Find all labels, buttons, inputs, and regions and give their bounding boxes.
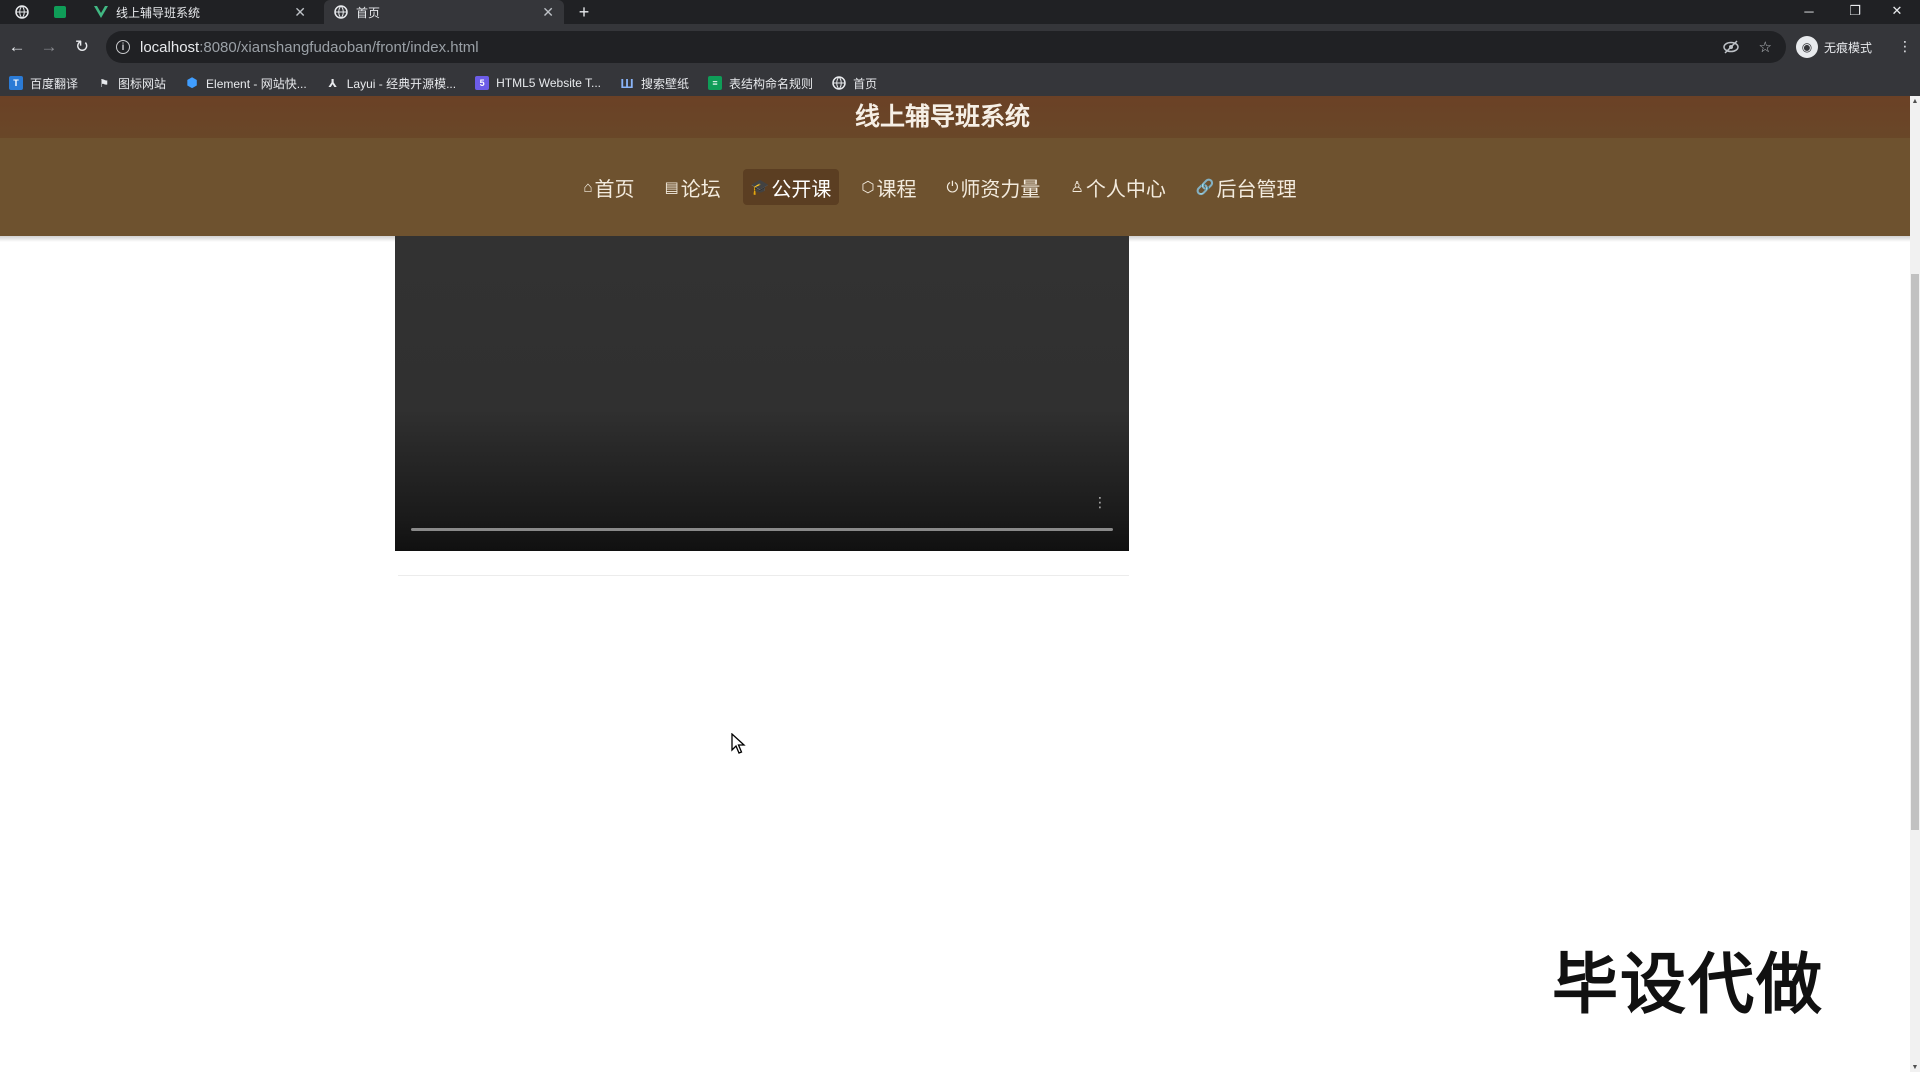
watermark-text: 毕设代做 bbox=[1552, 946, 1824, 1023]
more-options-icon[interactable]: ⋮ bbox=[1093, 494, 1107, 511]
nav-item-teachers[interactable]: ⏻ 师资力量 bbox=[939, 169, 1049, 205]
link-icon: 🔗 bbox=[1195, 179, 1215, 196]
incognito-label: 无痕模式 bbox=[1824, 40, 1873, 55]
bookmark-item[interactable]: 5 HTML5 Website T... bbox=[466, 70, 611, 96]
course-icon: ⬡ bbox=[861, 179, 875, 196]
bookmark-item[interactable]: ≡ 表结构命名规则 bbox=[699, 70, 823, 96]
home-icon: ⌂ bbox=[583, 178, 593, 196]
bookmark-label: 搜索壁纸 bbox=[641, 76, 690, 91]
arrow-left-icon: ← bbox=[8, 37, 26, 56]
bookmark-label: HTML5 Website T... bbox=[496, 76, 602, 90]
address-bar[interactable]: i localhost:8080/xianshangfudaoban/front… bbox=[106, 31, 1786, 63]
bookmark-label: 百度翻译 bbox=[30, 76, 79, 91]
user-icon: ♙ bbox=[1070, 179, 1084, 196]
video-player[interactable]: ⋮ bbox=[395, 236, 1129, 551]
minimize-button[interactable]: ─ bbox=[1786, 0, 1832, 22]
nav-item-open-course[interactable]: 🎓 公开课 bbox=[742, 169, 840, 205]
new-tab-button[interactable]: + bbox=[572, 0, 596, 24]
bookmark-label: 表结构命名规则 bbox=[729, 76, 814, 91]
layui-icon: ⅄ bbox=[328, 77, 337, 90]
nav-label: 个人中心 bbox=[1085, 178, 1166, 201]
globe-icon bbox=[832, 76, 846, 90]
restore-button[interactable]: ❐ bbox=[1832, 0, 1878, 22]
reload-icon: ↻ bbox=[74, 37, 90, 56]
scroll-down-icon[interactable]: ▼ bbox=[1910, 1062, 1920, 1072]
main-nav: ⌂ 首页 ▤ 论坛 🎓 公开课 ⬡ 课程 ⏻ 师资力量 ♙ 个人中心 🔗 后台管理 bbox=[0, 138, 1910, 236]
page-viewport: 线上辅导班系统 ⌂ 首页 ▤ 论坛 🎓 公开课 ⬡ 课程 ⏻ 师资力量 ♙ 个人中心 🔗 后台… bbox=[0, 96, 1920, 1072]
bookmark-item[interactable]: ⅄ Layui - 经典开源模... bbox=[317, 70, 466, 96]
power-icon: ⏻ bbox=[946, 178, 959, 196]
close-icon[interactable]: ✕ bbox=[542, 4, 554, 21]
nav-item-profile[interactable]: ♙ 个人中心 bbox=[1062, 169, 1173, 205]
back-button[interactable]: ← bbox=[6, 36, 28, 58]
bookmark-item[interactable]: ⚑ 图标网站 bbox=[88, 70, 176, 96]
tab-title: 首页 bbox=[356, 5, 381, 20]
mouse-cursor-icon bbox=[731, 733, 746, 754]
bookmark-label: Element - 网站快... bbox=[206, 76, 307, 91]
window-close-button[interactable]: ✕ bbox=[1874, 0, 1920, 22]
nav-label: 课程 bbox=[876, 178, 917, 201]
divider bbox=[398, 575, 1129, 576]
reload-button[interactable]: ↻ bbox=[71, 36, 93, 58]
pinned-tab-sheet[interactable] bbox=[46, 0, 74, 24]
url-host: localhost bbox=[140, 38, 200, 56]
nav-item-courses[interactable]: ⬡ 课程 bbox=[853, 169, 924, 205]
incognito-indicator[interactable]: ◉ 无痕模式 bbox=[1796, 31, 1872, 63]
nav-item-admin[interactable]: 🔗 后台管理 bbox=[1188, 169, 1305, 205]
globe-icon bbox=[334, 5, 348, 19]
vue-logo-icon bbox=[94, 6, 108, 18]
bookmark-label: 首页 bbox=[853, 76, 878, 91]
element-icon: ⬢ bbox=[186, 75, 198, 90]
graduation-cap-icon: 🎓 bbox=[750, 179, 770, 196]
bookmark-item[interactable]: Ш 搜索壁纸 bbox=[611, 70, 699, 96]
tab-title: 线上辅导班系统 bbox=[116, 5, 201, 20]
close-icon[interactable]: ✕ bbox=[294, 4, 306, 21]
pinned-tab[interactable] bbox=[8, 0, 36, 24]
site-title: 线上辅导班系统 bbox=[854, 103, 1030, 131]
forward-button[interactable]: → bbox=[38, 36, 60, 58]
browser-toolbar: ← → ↻ i localhost:8080/xianshangfudaoban… bbox=[0, 24, 1920, 70]
bookmark-label: 图标网站 bbox=[118, 76, 167, 91]
url-text[interactable]: localhost:8080/xianshangfudaoban/front/i… bbox=[140, 39, 479, 56]
nav-item-forum[interactable]: ▤ 论坛 bbox=[657, 169, 729, 205]
sheet-icon: ≡ bbox=[708, 76, 723, 90]
translate-icon: T bbox=[9, 76, 23, 90]
bookmark-item[interactable]: T 百度翻译 bbox=[0, 70, 88, 96]
arrow-right-icon: → bbox=[40, 37, 58, 56]
site-header: 线上辅导班系统 bbox=[0, 96, 1910, 138]
nav-label: 师资力量 bbox=[960, 178, 1041, 201]
html5-icon: 5 bbox=[475, 76, 490, 90]
wallpaper-icon: Ш bbox=[620, 75, 634, 91]
bookmark-label: Layui - 经典开源模... bbox=[346, 76, 457, 91]
nav-label: 首页 bbox=[594, 178, 635, 201]
tab-vue-app[interactable]: 线上辅导班系统 ✕ bbox=[84, 0, 316, 24]
scrollbar-thumb[interactable] bbox=[1911, 274, 1919, 830]
nav-item-home[interactable]: ⌂ 首页 bbox=[575, 169, 642, 205]
star-icon[interactable]: ☆ bbox=[1759, 38, 1772, 56]
globe-icon bbox=[15, 5, 29, 19]
tab-strip: 线上辅导班系统 ✕ 首页 ✕ + ─ ❐ ✕ bbox=[0, 0, 1920, 24]
scroll-up-icon[interactable]: ▲ bbox=[1910, 96, 1920, 106]
nav-label: 后台管理 bbox=[1216, 178, 1297, 201]
tab-home[interactable]: 首页 ✕ bbox=[324, 0, 564, 24]
video-progress-bar[interactable] bbox=[411, 528, 1113, 531]
bookmark-item[interactable]: ⬢ Element - 网站快... bbox=[176, 70, 317, 96]
flag-icon: ⚑ bbox=[99, 77, 109, 90]
url-path: :8080/xianshangfudaoban/front/index.html bbox=[199, 38, 479, 56]
incognito-icon: ◉ bbox=[1796, 36, 1818, 58]
nav-label: 公开课 bbox=[771, 178, 832, 201]
sheet-icon bbox=[54, 6, 66, 18]
eye-slash-icon[interactable] bbox=[1722, 40, 1739, 54]
bookmarks-bar: T 百度翻译 ⚑ 图标网站 ⬢ Element - 网站快... ⅄ Layui - 经… bbox=[0, 70, 1920, 96]
forum-icon: ▤ bbox=[664, 179, 679, 196]
nav-label: 论坛 bbox=[680, 178, 721, 201]
bookmark-item[interactable]: 首页 bbox=[823, 70, 887, 96]
info-icon[interactable]: i bbox=[116, 40, 130, 54]
menu-icon[interactable]: ⋮ bbox=[1898, 38, 1912, 55]
